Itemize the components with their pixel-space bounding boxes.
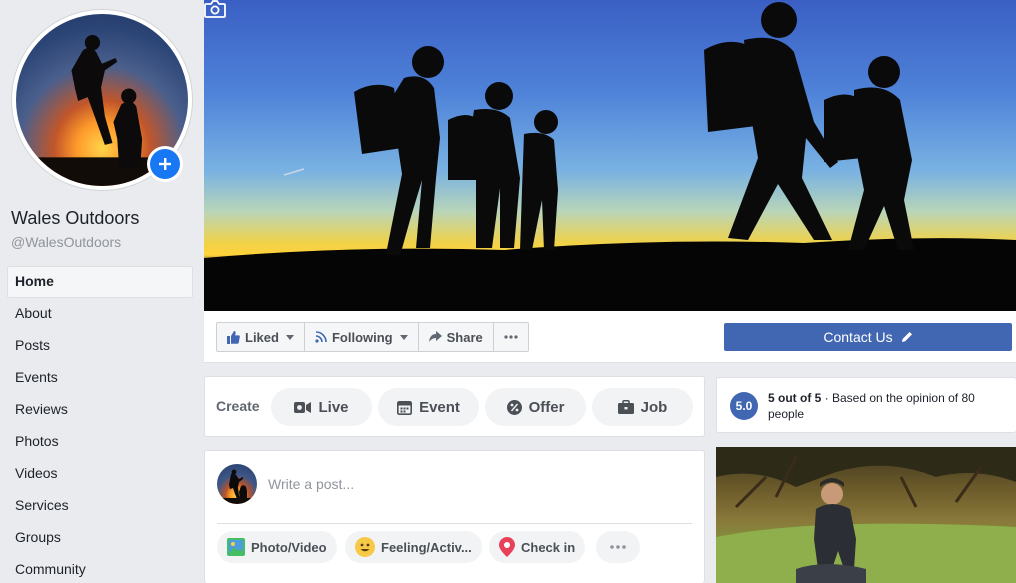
camera-icon[interactable] [204,0,226,18]
rating-headline: 5 out of 5 [768,391,822,405]
page-nav: Home About Posts Events Reviews Photos V… [7,266,193,583]
rss-icon [315,331,327,343]
share-button[interactable]: Share [419,323,494,351]
cover-photo[interactable] [204,0,1016,311]
nav-item-groups[interactable]: Groups [7,522,193,554]
nav-item-posts[interactable]: Posts [7,330,193,362]
create-job-button[interactable]: Job [592,388,693,426]
create-live-button[interactable]: Live [271,388,372,426]
page-sidebar: Wales Outdoors @WalesOutdoors Home About… [0,0,204,583]
contact-us-button[interactable]: Contact Us [724,323,1012,351]
nav-item-videos[interactable]: Videos [7,458,193,490]
smiley-icon [355,537,375,557]
following-label: Following [331,329,393,345]
following-button[interactable]: Following [305,323,419,351]
briefcase-icon [617,400,634,414]
page-handle[interactable]: @WalesOutdoors [11,234,121,250]
more-composer-options-button[interactable] [596,531,640,563]
page-actions-group: Liked Following Share [216,322,529,352]
thumbs-up-icon [227,330,240,344]
cover-hikers-silhouette [204,2,1016,311]
divider [217,523,692,524]
nav-item-photos[interactable]: Photos [7,426,193,458]
nav-item-home[interactable]: Home [7,266,193,298]
job-label: Job [640,398,668,416]
check-in-label: Check in [521,539,576,555]
offer-label: Offer [528,398,565,416]
write-post-input[interactable]: Write a post... [268,476,354,492]
featured-photo[interactable] [716,447,1016,583]
create-label: Create [216,398,260,414]
chevron-down-icon [285,334,294,340]
page-name[interactable]: Wales Outdoors [11,208,139,229]
nav-item-events[interactable]: Events [7,362,193,394]
rating-card[interactable]: 5.0 5 out of 5 · Based on the opinion of… [716,377,1016,433]
contact-us-label: Contact Us [823,329,893,345]
share-arrow-icon [428,331,442,342]
more-dots-icon [610,545,626,549]
more-actions-button[interactable] [494,323,528,351]
liked-label: Liked [245,329,279,345]
nav-item-reviews[interactable]: Reviews [7,394,193,426]
rating-summary: 5 out of 5 · Based on the opinion of 80 … [768,390,1008,422]
create-event-button[interactable]: Event [378,388,479,426]
photo-icon [227,538,245,556]
location-pin-icon [499,537,515,557]
post-composer: Write a post... Photo/Video Feeling/Acti… [204,450,705,583]
live-label: Live [318,398,349,416]
create-offer-button[interactable]: Offer [485,388,586,426]
nav-item-services[interactable]: Services [7,490,193,522]
featured-photo-image [716,447,1016,583]
page-action-bar: Liked Following Share Contact Us [204,311,1016,363]
nav-item-about[interactable]: About [7,298,193,330]
avatar [217,464,257,504]
liked-button[interactable]: Liked [217,323,305,351]
plus-icon [150,149,180,179]
photo-video-label: Photo/Video [251,539,327,555]
event-label: Event [419,398,460,416]
nav-item-community[interactable]: Community [7,554,193,583]
more-dots-icon [504,335,518,339]
rating-score-badge: 5.0 [730,392,758,420]
video-camera-icon [294,401,312,413]
share-label: Share [446,329,483,345]
chevron-down-icon [399,334,408,340]
create-card: Create Live Event Offer Job [204,376,705,437]
percent-icon [506,399,522,415]
pencil-icon [901,332,912,342]
calendar-icon [397,400,413,415]
check-in-button[interactable]: Check in [489,531,586,563]
photo-video-button[interactable]: Photo/Video [217,531,337,563]
add-photo-button[interactable] [147,146,183,182]
feeling-activity-button[interactable]: Feeling/Activ... [345,531,482,563]
feeling-label: Feeling/Activ... [381,539,472,555]
